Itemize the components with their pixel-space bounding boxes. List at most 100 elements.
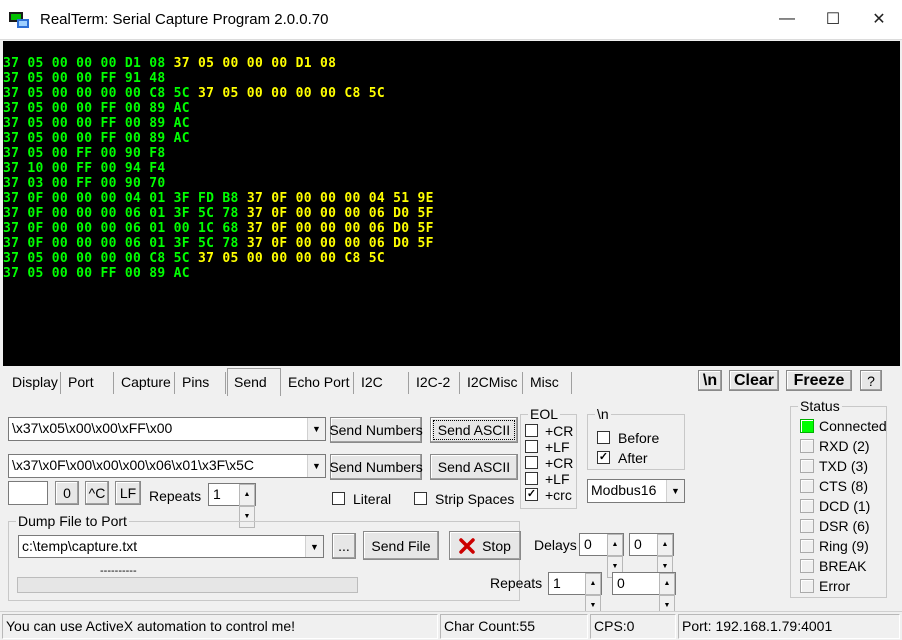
literal-label: Literal (353, 491, 392, 507)
status-label: Ring (9) (819, 538, 869, 554)
eol-checkbox[interactable] (525, 472, 538, 485)
crc-select[interactable]: Modbus16 ▼ (587, 479, 685, 503)
sent-bytes: 37 0F 00 00 00 06 D0 5F (246, 221, 434, 236)
send-numbers-button-1[interactable]: Send Numbers (329, 417, 423, 443)
eol-option-label: +LF (545, 471, 570, 487)
sent-bytes: 37 0F 00 00 00 06 D0 5F (246, 236, 434, 251)
sent-bytes: 37 0F 00 00 00 06 D0 5F (246, 206, 434, 221)
char-input[interactable] (8, 481, 48, 505)
stop-x-icon (459, 537, 475, 554)
maximize-button[interactable]: ☐ (810, 0, 856, 38)
terminal-line: 37 05 00 00 FF 00 89 AC (3, 101, 190, 116)
tab-display[interactable]: Display (6, 372, 61, 394)
eol-legend: EOL (528, 406, 561, 422)
close-button[interactable]: ✕ (856, 0, 902, 38)
terminal-line: 37 05 00 00 FF 00 89 AC (3, 131, 190, 146)
status-label: TXD (3) (819, 458, 868, 474)
tab-pins[interactable]: Pins (176, 372, 226, 394)
send-ascii-button-1[interactable]: Send ASCII (430, 417, 518, 443)
delay-spinner-1[interactable]: 0 ▲ ▼ (579, 533, 624, 578)
after-label: After (618, 450, 648, 466)
spin-up-icon[interactable]: ▲ (659, 573, 675, 595)
stop-button[interactable]: Stop (449, 531, 521, 560)
literal-checkbox[interactable] (332, 492, 345, 505)
spin-up-icon[interactable]: ▲ (239, 484, 255, 506)
repeats-spinner[interactable]: 1 ▲ ▼ (208, 483, 256, 528)
status-led (800, 459, 814, 473)
status-label: Connected (819, 418, 887, 434)
terminal-display[interactable]: 37 05 00 00 00 D1 08 37 05 00 00 00 D1 0… (3, 41, 900, 366)
tab-misc[interactable]: Misc (524, 372, 572, 394)
send-file-button[interactable]: Send File (363, 531, 439, 560)
send-zero-button[interactable]: 0 (55, 481, 79, 505)
terminal-line: 37 05 00 00 00 D1 08 37 05 00 00 00 D1 0… (3, 56, 336, 71)
eol-checkbox[interactable] (525, 424, 538, 437)
tab-capture[interactable]: Capture (115, 372, 175, 394)
tab-port[interactable]: Port (62, 372, 114, 394)
eol-checkbox[interactable] (525, 456, 538, 469)
eol-checkbox[interactable] (525, 440, 538, 453)
status-label: DSR (6) (819, 518, 870, 534)
dump-file-legend: Dump File to Port (16, 513, 129, 529)
send-lf-button[interactable]: LF (115, 481, 141, 505)
delays-label: Delays (534, 537, 577, 553)
dump-repeats-spinner-2[interactable]: 0 ▲ ▼ (612, 572, 676, 617)
newline-legend: \n (595, 406, 611, 422)
dump-repeats-spinner-1[interactable]: 1 ▲ ▼ (548, 572, 602, 617)
chevron-down-icon[interactable]: ▼ (307, 455, 325, 477)
tab-i2c[interactable]: I2C (355, 372, 409, 394)
status-led (800, 519, 814, 533)
spin-up-icon[interactable]: ▲ (607, 534, 623, 556)
newline-button[interactable]: \n (698, 370, 722, 391)
send-input-1[interactable]: \x37\x05\x00\x00\xFF\x00 ▼ (8, 417, 326, 441)
chevron-down-icon[interactable]: ▼ (666, 480, 684, 502)
status-label: BREAK (819, 558, 867, 574)
received-bytes: 37 0F 00 00 00 06 01 3F 5C 78 (3, 236, 247, 251)
browse-file-button[interactable]: ... (332, 533, 356, 559)
tab-i2cmisc[interactable]: I2CMisc (461, 372, 523, 394)
help-button[interactable]: ? (860, 370, 882, 391)
eol-option-label: +CR (545, 423, 574, 439)
received-bytes: 37 05 00 00 00 D1 08 (3, 56, 174, 71)
close-icon: ✕ (872, 11, 886, 28)
eol-option-label: +LF (545, 439, 570, 455)
tab-echo-port[interactable]: Echo Port (282, 372, 354, 394)
terminal-line: 37 03 00 FF 00 90 70 (3, 176, 166, 191)
send-input-2[interactable]: \x37\x0F\x00\x00\x00\x06\x01\x3F\x5C ▼ (8, 454, 326, 478)
terminal-line: 37 05 00 00 FF 00 89 AC (3, 266, 190, 281)
port-readout: Port: 192.168.1.79:4001 (678, 614, 900, 639)
send-numbers-button-2[interactable]: Send Numbers (329, 454, 423, 480)
spin-up-icon[interactable]: ▲ (657, 534, 673, 556)
after-checkbox[interactable]: ✓ (597, 451, 610, 464)
strip-spaces-checkbox[interactable] (414, 492, 427, 505)
tab-i2c-2[interactable]: I2C-2 (410, 372, 460, 394)
send-ascii-button-2[interactable]: Send ASCII (430, 454, 518, 480)
received-bytes: 37 05 00 00 FF 91 48 (3, 71, 166, 86)
received-bytes: 37 05 00 00 FF 00 89 AC (3, 101, 190, 116)
terminal-line: 37 05 00 00 00 00 C8 5C 37 05 00 00 00 0… (3, 251, 385, 266)
chevron-down-icon[interactable]: ▼ (305, 536, 323, 557)
terminal-line: 37 05 00 00 00 00 C8 5C 37 05 00 00 00 0… (3, 86, 385, 101)
freeze-button[interactable]: Freeze (786, 370, 852, 391)
delay-spinner-2[interactable]: 0 ▲ ▼ (629, 533, 674, 578)
dump-file-input[interactable]: c:\temp\capture.txt ▼ (18, 535, 324, 558)
send-ctrl-c-button[interactable]: ^C (85, 481, 109, 505)
status-led (800, 499, 814, 513)
received-bytes: 37 0F 00 00 00 06 01 3F 5C 78 (3, 206, 247, 221)
repeats-label: Repeats (149, 488, 202, 504)
chevron-down-icon[interactable]: ▼ (307, 418, 325, 440)
sent-bytes: 37 0F 00 00 00 04 51 9E (246, 191, 434, 206)
status-led (800, 439, 814, 453)
tab-send[interactable]: Send (227, 368, 281, 396)
spin-up-icon[interactable]: ▲ (585, 573, 601, 595)
eol-option-label: +CR (545, 455, 574, 471)
eol-checkbox[interactable]: ✓ (525, 488, 538, 501)
title-bar[interactable]: RealTerm: Serial Capture Program 2.0.0.7… (0, 0, 902, 40)
received-bytes: 37 05 00 00 FF 00 89 AC (3, 116, 190, 131)
minimize-button[interactable]: — (764, 0, 810, 38)
terminal-line: 37 0F 00 00 00 06 01 3F 5C 78 37 0F 00 0… (3, 206, 434, 221)
clear-button[interactable]: Clear (729, 370, 779, 391)
before-checkbox[interactable] (597, 431, 610, 444)
before-label: Before (618, 430, 660, 446)
status-message: You can use ActiveX automation to contro… (2, 614, 438, 639)
